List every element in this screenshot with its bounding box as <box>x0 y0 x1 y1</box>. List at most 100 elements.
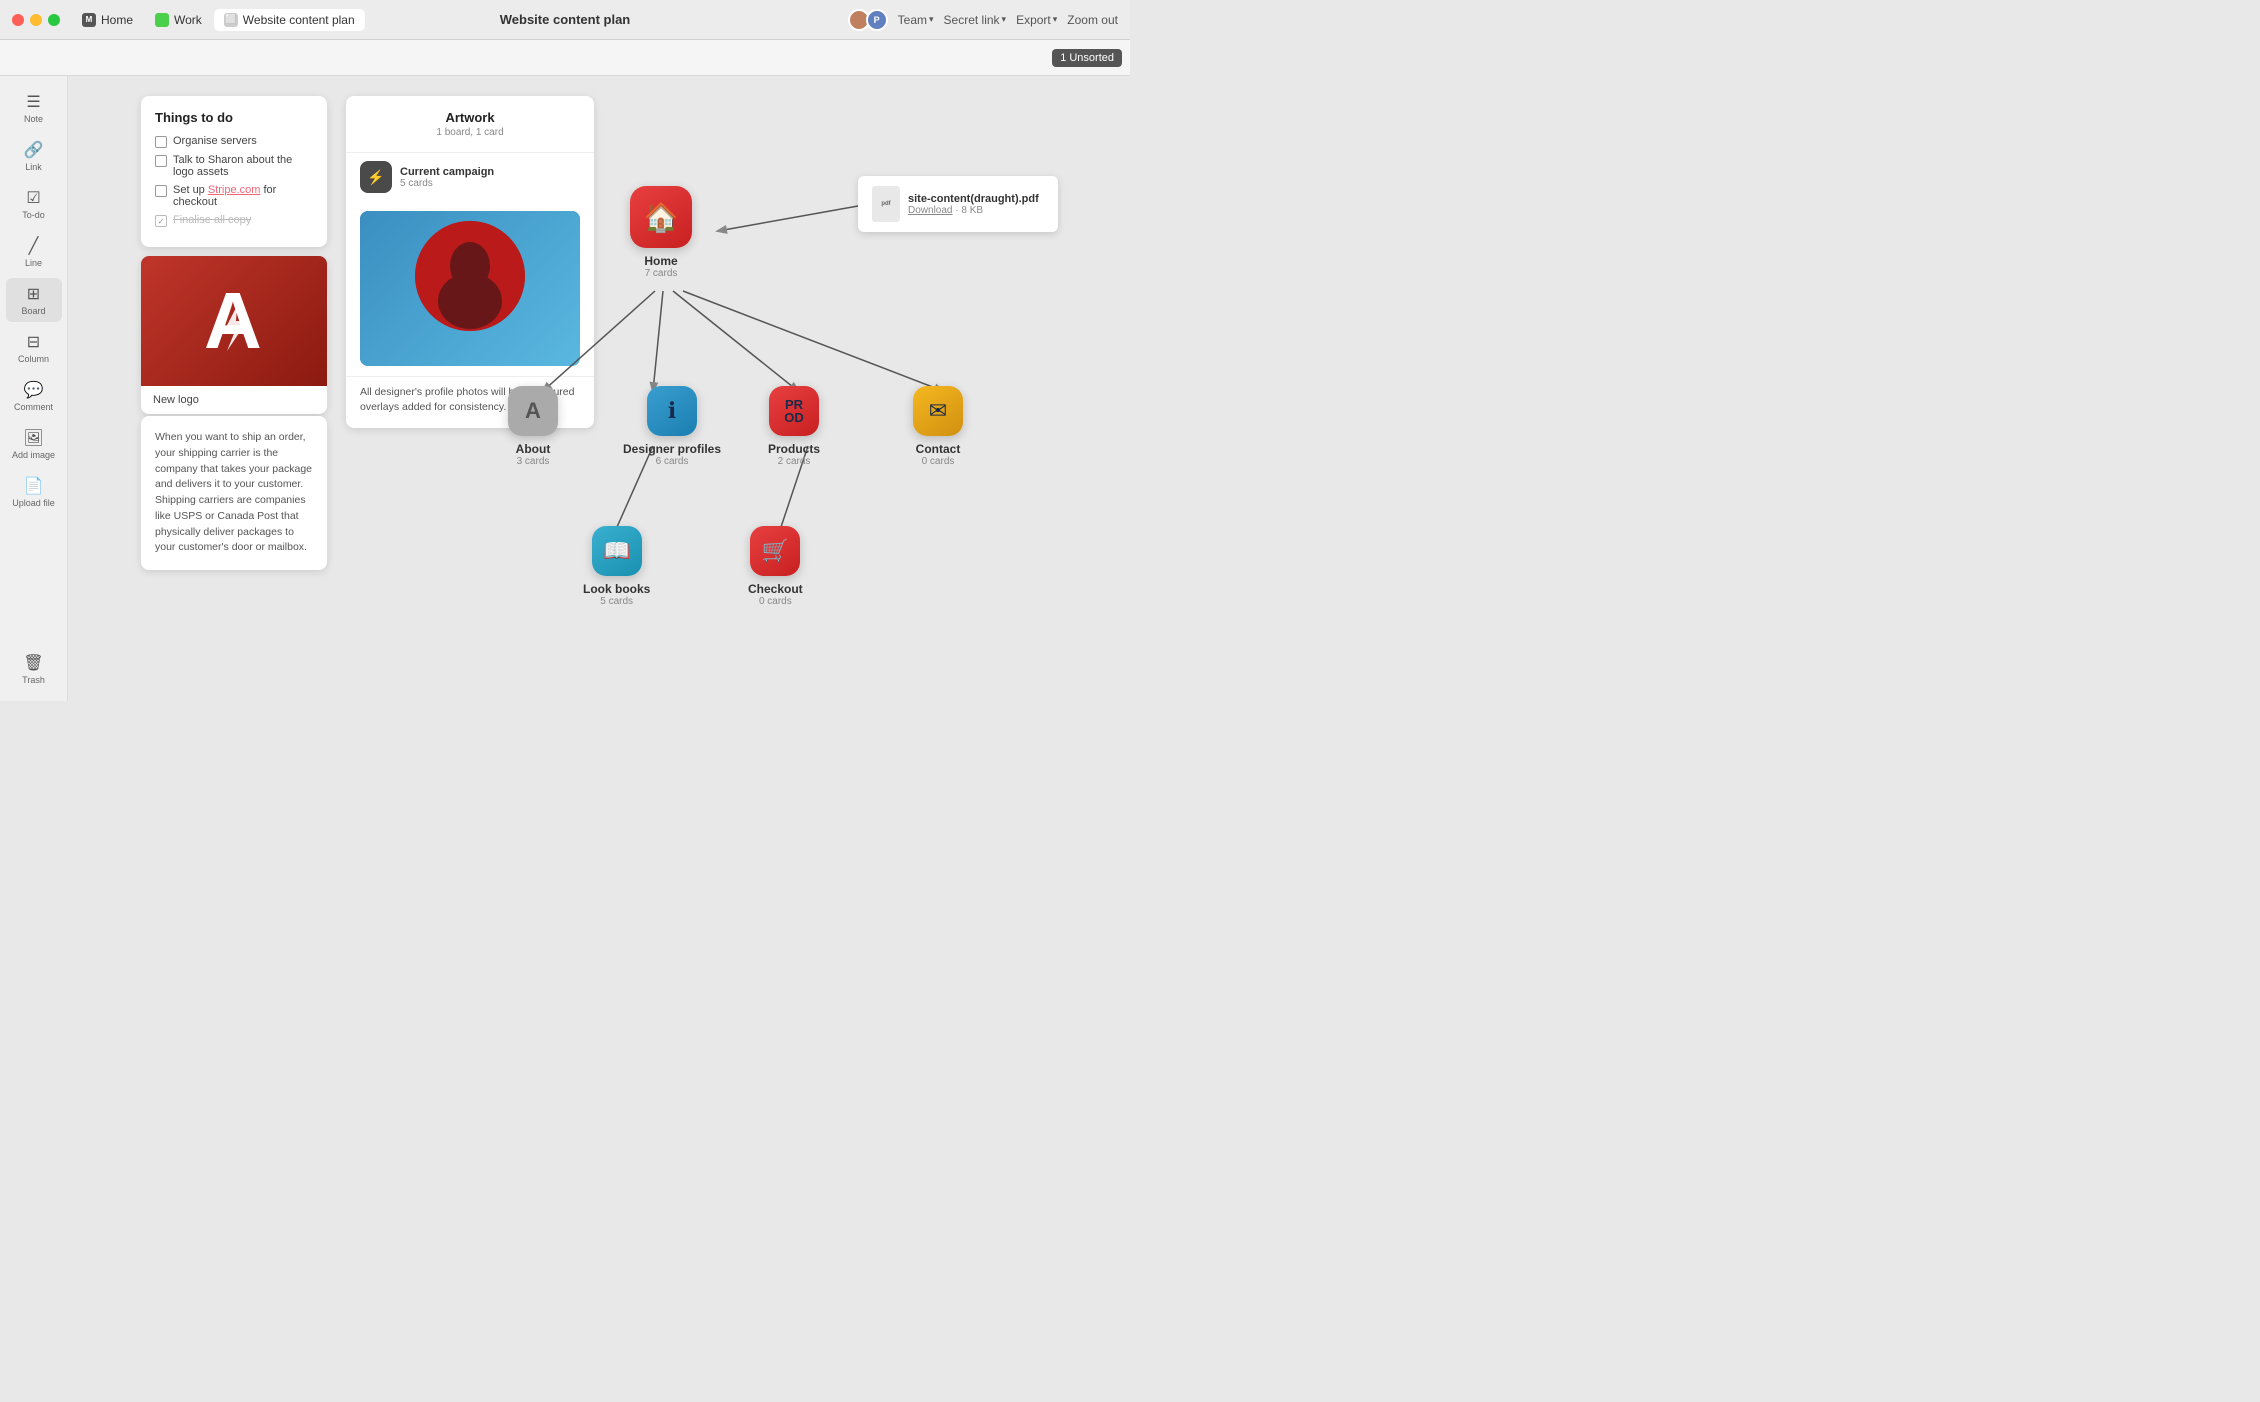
main-layout: ☰ Note 🔗 Link ☑ To-do ╱ Line ⊞ Board ⊟ C… <box>0 76 1130 701</box>
about-node-icon: A <box>508 386 558 436</box>
checkbox-1[interactable] <box>155 136 167 148</box>
sidebar-item-add-image[interactable]: 🖼 Add image <box>6 422 62 466</box>
link-icon: 🔗 <box>24 140 44 160</box>
add-image-icon: 🖼 <box>23 428 43 448</box>
products-node-icon: PROD <box>769 386 819 436</box>
column-icon: ⊟ <box>27 332 40 352</box>
checkbox-4[interactable] <box>155 215 167 227</box>
designer-profiles-node-icon: ℹ <box>647 386 697 436</box>
work-tab-icon <box>155 13 169 27</box>
zoom-out-button[interactable]: Zoom out <box>1067 13 1118 27</box>
sidebar-item-comment[interactable]: 💬 Comment <box>6 374 62 418</box>
sidebar-item-column[interactable]: ⊟ Column <box>6 326 62 370</box>
upload-icon: 📄 <box>24 476 44 496</box>
home-count: 7 cards <box>645 268 678 279</box>
trash-icon: 🗑 <box>23 653 43 673</box>
titlebar-controls: P Team ▾ Secret link ▾ Export ▾ Zoom out <box>848 9 1118 31</box>
traffic-lights <box>12 14 60 26</box>
minimize-button[interactable] <box>30 14 42 26</box>
node-products[interactable]: PROD Products 2 cards <box>768 386 820 467</box>
checkout-count: 0 cards <box>759 596 792 607</box>
sidebar-item-board[interactable]: ⊞ Board <box>6 278 62 322</box>
pdf-filename: site-content(draught).pdf <box>908 193 1039 205</box>
sidebar-item-upload[interactable]: 📄 Upload file <box>6 470 62 514</box>
stripe-link[interactable]: Stripe.com <box>208 184 261 196</box>
todo-item-3: Set up Stripe.com for checkout <box>155 184 313 208</box>
chevron-down-icon: ▾ <box>1002 14 1007 25</box>
export-button[interactable]: Export ▾ <box>1016 13 1057 27</box>
todo-title: Things to do <box>155 110 313 125</box>
look-books-label: Look books <box>583 582 650 596</box>
campaign-icon: ⚡ <box>360 161 392 193</box>
comment-icon: 💬 <box>24 380 44 400</box>
plan-tab-label: Website content plan <box>243 13 355 27</box>
about-label: About <box>516 442 551 456</box>
tab-website-plan[interactable]: ⬜ Website content plan <box>214 9 365 31</box>
todo-item-1: Organise servers <box>155 135 313 148</box>
designer-profiles-label: Designer profiles <box>623 442 721 456</box>
home-tab-label: Home <box>101 13 133 27</box>
checkbox-3[interactable] <box>155 185 167 197</box>
work-tab-label: Work <box>174 13 202 27</box>
node-checkout[interactable]: 🛒 Checkout 0 cards <box>748 526 803 607</box>
look-books-count: 5 cards <box>600 596 633 607</box>
avatar-group: P <box>848 9 888 31</box>
designer-profiles-count: 6 cards <box>656 456 689 467</box>
download-link[interactable]: Download <box>908 205 952 216</box>
checkout-node-icon: 🛒 <box>750 526 800 576</box>
products-count: 2 cards <box>778 456 811 467</box>
close-button[interactable] <box>12 14 24 26</box>
about-count: 3 cards <box>517 456 550 467</box>
node-about[interactable]: A About 3 cards <box>508 386 558 467</box>
look-books-node-icon: 📖 <box>592 526 642 576</box>
lightning-logo: A <box>199 276 269 366</box>
todo-item-4: Finalise all copy <box>155 214 313 227</box>
text-card[interactable]: When you want to ship an order, your shi… <box>141 416 327 570</box>
tab-work[interactable]: Work <box>145 9 212 31</box>
chevron-down-icon: ▾ <box>1053 14 1058 25</box>
sidebar-item-note[interactable]: ☰ Note <box>6 86 62 130</box>
contact-node-icon: ✉ <box>913 386 963 436</box>
home-label: Home <box>644 254 677 268</box>
avatar-2: P <box>866 9 888 31</box>
pdf-meta: Download · 8 KB <box>908 205 1039 216</box>
logo-label: New logo <box>141 386 327 414</box>
contact-label: Contact <box>916 442 961 456</box>
sidebar-item-line[interactable]: ╱ Line <box>6 230 62 274</box>
logo-card[interactable]: A New logo <box>141 256 327 414</box>
sidebar-item-link[interactable]: 🔗 Link <box>6 134 62 178</box>
checkbox-2[interactable] <box>155 155 167 167</box>
plan-tab-icon: ⬜ <box>224 13 238 27</box>
products-label: Products <box>768 442 820 456</box>
pdf-icon: pdf <box>872 186 900 222</box>
chevron-down-icon: ▾ <box>929 14 934 25</box>
tab-home[interactable]: M Home <box>72 9 143 31</box>
board-icon: ⊞ <box>27 284 40 304</box>
pdf-size: 8 KB <box>961 205 983 216</box>
sidebar-item-todo[interactable]: ☑ To-do <box>6 182 62 226</box>
node-designer-profiles[interactable]: ℹ Designer profiles 6 cards <box>623 386 721 467</box>
pdf-card[interactable]: pdf site-content(draught).pdf Download ·… <box>858 176 1058 232</box>
contact-count: 0 cards <box>922 456 955 467</box>
home-node-icon: 🏠 <box>630 186 692 248</box>
logo-image: A <box>141 256 327 386</box>
sidebar: ☰ Note 🔗 Link ☑ To-do ╱ Line ⊞ Board ⊟ C… <box>0 76 68 701</box>
node-contact[interactable]: ✉ Contact 0 cards <box>913 386 963 467</box>
window-title: Website content plan <box>500 12 631 27</box>
todo-card[interactable]: Things to do Organise servers Talk to Sh… <box>141 96 327 247</box>
maximize-button[interactable] <box>48 14 60 26</box>
checkout-label: Checkout <box>748 582 803 596</box>
sidebar-item-trash[interactable]: 🗑 Trash <box>6 647 62 691</box>
titlebar: M Home Work ⬜ Website content plan Websi… <box>0 0 1130 40</box>
todo-icon: ☑ <box>26 188 40 208</box>
tab-bar: M Home Work ⬜ Website content plan <box>72 9 365 31</box>
secret-link-button[interactable]: Secret link ▾ <box>944 13 1007 27</box>
node-home[interactable]: 🏠 Home 7 cards <box>630 186 692 279</box>
node-look-books[interactable]: 📖 Look books 5 cards <box>583 526 650 607</box>
unsorted-button[interactable]: 1 Unsorted <box>1052 49 1122 67</box>
team-button[interactable]: Team ▾ <box>898 13 934 27</box>
pdf-info: site-content(draught).pdf Download · 8 K… <box>908 193 1039 216</box>
text-body: When you want to ship an order, your shi… <box>155 431 312 553</box>
canvas[interactable]: Things to do Organise servers Talk to Sh… <box>68 76 1130 701</box>
home-tab-icon: M <box>82 13 96 27</box>
